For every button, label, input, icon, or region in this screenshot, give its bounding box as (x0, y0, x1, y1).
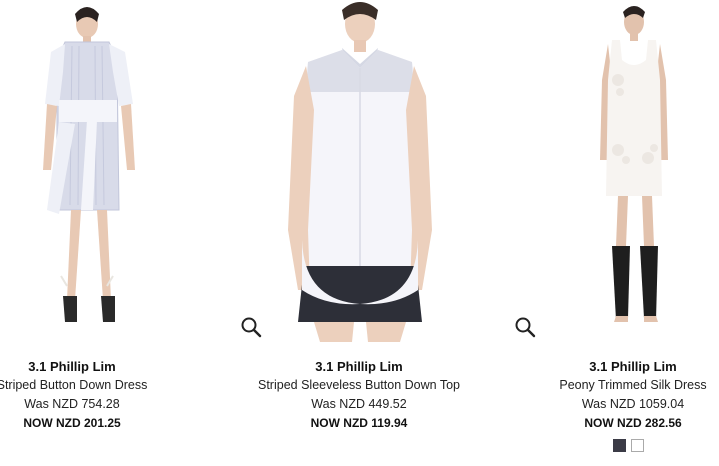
product-info: 3.1 Phillip Lim Striped Button Down Dres… (0, 357, 197, 433)
product-info: 3.1 Phillip Lim Striped Sleeveless Butto… (234, 357, 484, 433)
product-image[interactable] (508, 0, 719, 342)
was-price: Was NZD 754.28 (24, 397, 120, 411)
was-price: Was NZD 1059.04 (581, 397, 685, 411)
product-image[interactable] (0, 0, 197, 342)
product-name[interactable]: Striped Sleeveless Button Down Top (234, 376, 484, 395)
color-swatch-white[interactable] (631, 439, 644, 452)
now-price: NOW NZD 201.25 (23, 416, 121, 430)
product-brand[interactable]: 3.1 Phillip Lim (0, 357, 197, 376)
product-card: 3.1 Phillip Lim Striped Button Down Dres… (0, 0, 197, 466)
product-image[interactable] (234, 0, 484, 342)
color-swatch-dark[interactable] (613, 439, 626, 452)
product-name[interactable]: Peony Trimmed Silk Dress (508, 376, 719, 395)
magnifier-icon[interactable] (514, 316, 536, 338)
was-price: Was NZD 449.52 (311, 397, 407, 411)
product-brand[interactable]: 3.1 Phillip Lim (508, 357, 719, 376)
product-card: 3.1 Phillip Lim Peony Trimmed Silk Dress… (508, 0, 719, 466)
color-swatches (613, 439, 644, 452)
magnifier-icon[interactable] (240, 316, 262, 338)
now-price: NOW NZD 282.56 (584, 416, 682, 430)
product-name[interactable]: Striped Button Down Dress (0, 376, 197, 395)
now-price: NOW NZD 119.94 (310, 416, 408, 430)
product-card: 3.1 Phillip Lim Striped Sleeveless Butto… (234, 0, 484, 466)
product-grid: 3.1 Phillip Lim Striped Button Down Dres… (0, 0, 719, 466)
product-brand[interactable]: 3.1 Phillip Lim (234, 357, 484, 376)
product-info: 3.1 Phillip Lim Peony Trimmed Silk Dress… (508, 357, 719, 433)
